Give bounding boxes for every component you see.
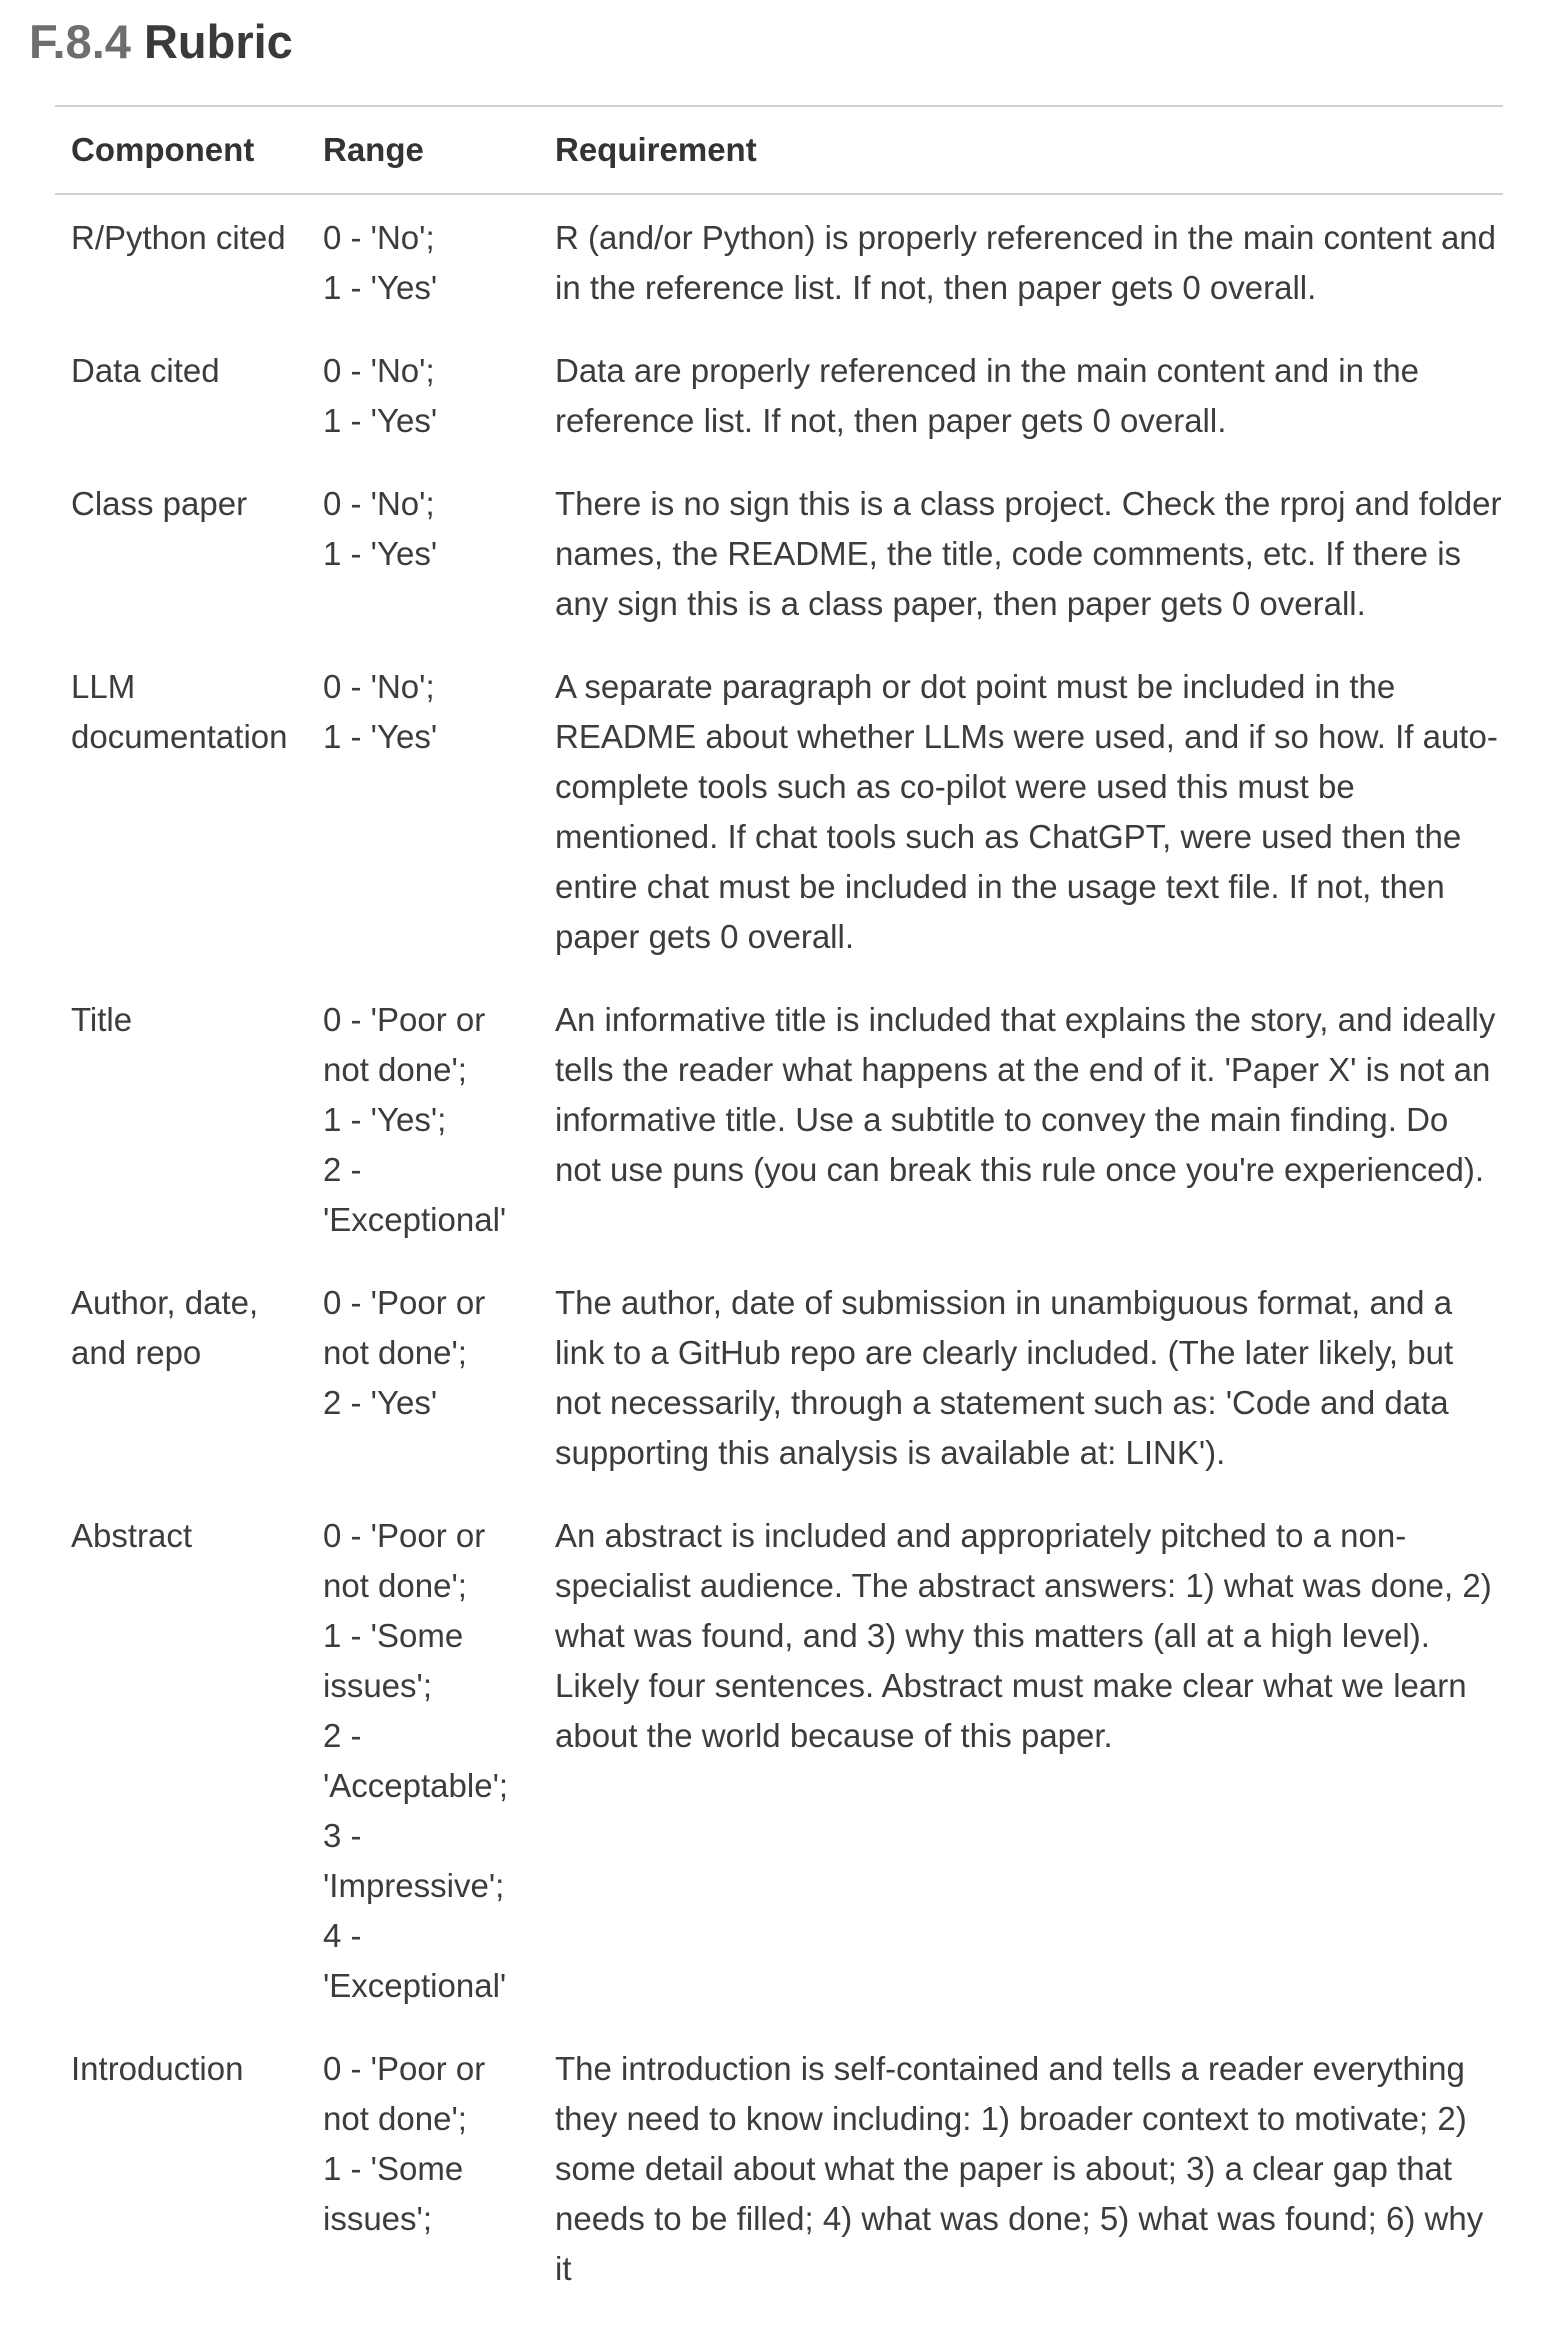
table-body: R/Python cited 0 - 'No'; 1 - 'Yes' R (and/o… xyxy=(55,194,1503,2327)
range-cell: 0 - 'No'; 1 - 'Yes' xyxy=(323,194,555,346)
component-cell: Author, date, and repo xyxy=(71,1284,259,1371)
range-option: 1 - 'Yes' xyxy=(323,718,438,755)
range-option: 0 - 'Poor or not done'; xyxy=(323,1517,486,1604)
header-component: Component xyxy=(71,105,323,195)
table-row: Title 0 - 'Poor or not done'; 1 - 'Yes'; 2 … xyxy=(55,995,1503,1278)
range-option: 2 - 'Exceptional' xyxy=(323,1151,507,1238)
component-cell: Data cited xyxy=(71,352,220,389)
component-cell: Abstract xyxy=(71,1517,193,1554)
range-cell: 0 - 'Poor or not done'; 2 - 'Yes' xyxy=(323,1278,555,1511)
range-option: 0 - 'No'; xyxy=(323,485,435,522)
range-option: 0 - 'No'; xyxy=(323,352,435,389)
table-row: Author, date, and repo 0 - 'Poor or not d… xyxy=(55,1278,1503,1511)
requirement-cell: An informative title is included that ex… xyxy=(555,1001,1496,1188)
range-option: 4 - 'Exceptional' xyxy=(323,1917,507,2004)
header-range: Range xyxy=(323,105,555,195)
range-option: 2 - 'Yes' xyxy=(323,1384,438,1421)
header-requirement: Requirement xyxy=(555,105,1503,195)
range-cell: 0 - 'Poor or not done'; 1 - 'Some issues'… xyxy=(323,2044,555,2327)
range-cell: 0 - 'No'; 1 - 'Yes' xyxy=(323,479,555,662)
table-header-row: Component Range Requirement xyxy=(55,105,1503,195)
table-row: R/Python cited 0 - 'No'; 1 - 'Yes' R (and/o… xyxy=(55,194,1503,346)
rubric-table: Component Range Requirement R/Python cit… xyxy=(55,105,1503,2327)
section-heading: F.8.4 Rubric xyxy=(29,6,293,78)
range-option: 1 - 'Yes' xyxy=(323,535,438,572)
range-option: 0 - 'Poor or not done'; xyxy=(323,1001,486,1088)
component-cell: LLM documentation xyxy=(71,668,288,755)
range-option: 2 - 'Acceptable'; xyxy=(323,1717,509,1804)
component-cell: Introduction xyxy=(71,2050,244,2087)
range-cell: 0 - 'No'; 1 - 'Yes' xyxy=(323,346,555,479)
table-row: LLM documentation 0 - 'No'; 1 - 'Yes' A sep… xyxy=(55,662,1503,995)
requirement-cell: The introduction is self-contained and t… xyxy=(555,2050,1484,2287)
range-option: 0 - 'Poor or not done'; xyxy=(323,1284,486,1371)
requirement-cell: An abstract is included and appropriatel… xyxy=(555,1517,1492,1754)
range-option: 0 - 'No'; xyxy=(323,219,435,256)
section-number: F.8.4 xyxy=(29,15,131,68)
requirement-cell: A separate paragraph or dot point must b… xyxy=(555,668,1498,955)
range-option: 0 - 'Poor or not done'; xyxy=(323,2050,486,2137)
component-cell: Class paper xyxy=(71,485,248,522)
range-cell: 0 - 'Poor or not done'; 1 - 'Yes'; 2 - 'Ex… xyxy=(323,995,555,1278)
table-row: Class paper 0 - 'No'; 1 - 'Yes' There is no… xyxy=(55,479,1503,662)
requirement-cell: There is no sign this is a class project… xyxy=(555,485,1502,622)
requirement-cell: The author, date of submission in unambi… xyxy=(555,1284,1454,1471)
range-option: 0 - 'No'; xyxy=(323,668,435,705)
section-title: Rubric xyxy=(143,15,293,68)
range-cell: 0 - 'No'; 1 - 'Yes' xyxy=(323,662,555,995)
range-cell: 0 - 'Poor or not done'; 1 - 'Some issues'… xyxy=(323,1511,555,2044)
range-option: 1 - 'Some issues'; xyxy=(323,2150,464,2237)
range-option: 1 - 'Yes'; xyxy=(323,1101,447,1138)
requirement-cell: Data are properly referenced in the main… xyxy=(555,352,1420,439)
range-option: 3 - 'Impressive'; xyxy=(323,1817,505,1904)
requirement-cell: R (and/or Python) is properly referenced… xyxy=(555,219,1497,306)
range-option: 1 - 'Some issues'; xyxy=(323,1617,464,1704)
range-option: 1 - 'Yes' xyxy=(323,402,438,439)
component-cell: Title xyxy=(71,1001,133,1038)
range-option: 1 - 'Yes' xyxy=(323,269,438,306)
table-row: Introduction 0 - 'Poor or not done'; 1 - '… xyxy=(55,2044,1503,2327)
table-row: Abstract 0 - 'Poor or not done'; 1 - 'Some… xyxy=(55,1511,1503,2044)
component-cell: R/Python cited xyxy=(71,219,286,256)
table-row: Data cited 0 - 'No'; 1 - 'Yes' Data are pro… xyxy=(55,346,1503,479)
